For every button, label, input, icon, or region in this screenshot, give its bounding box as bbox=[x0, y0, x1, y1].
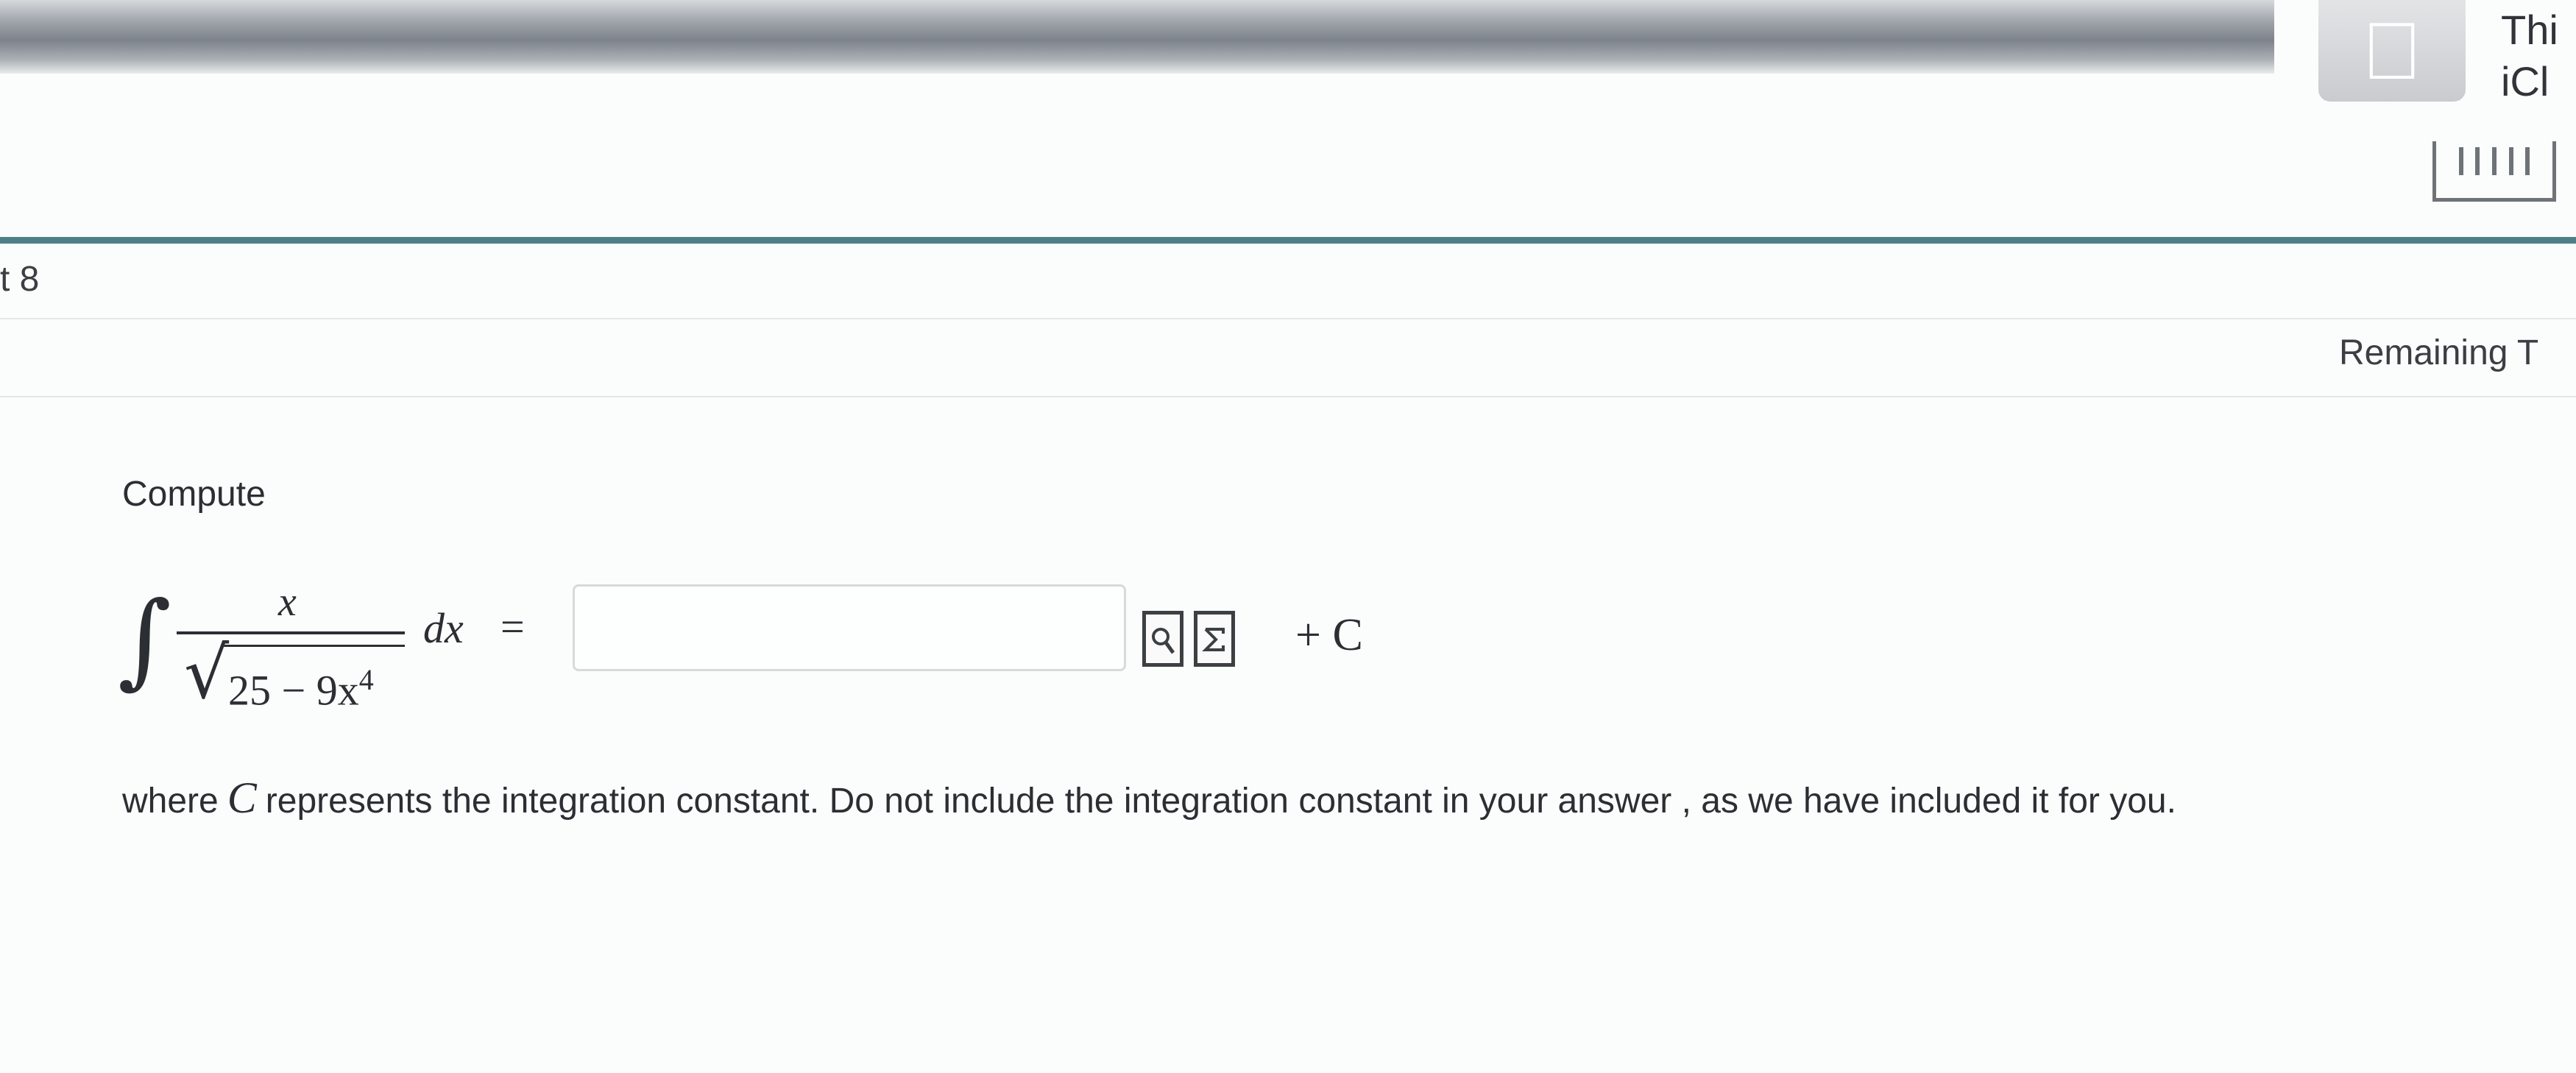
equals-sign: = bbox=[500, 603, 525, 651]
apple-logo-icon:  bbox=[2362, 4, 2423, 98]
preview-button[interactable] bbox=[1142, 611, 1183, 667]
fraction-numerator: x bbox=[278, 579, 297, 625]
instruction-note: where Crepresents the integration constan… bbox=[122, 773, 2551, 824]
denominator-exponent: 4 bbox=[358, 663, 374, 696]
notification-app-icon[interactable]:  bbox=[2318, 0, 2466, 102]
note-prefix: where bbox=[122, 782, 219, 821]
browser-top-bar bbox=[0, 0, 2274, 74]
fraction-denominator: 25 − 9x4 bbox=[228, 662, 374, 715]
question-prompt: Compute bbox=[122, 475, 266, 514]
part-label: t 8 bbox=[0, 260, 40, 299]
note-text: represents the integration constant. Do … bbox=[265, 782, 2176, 821]
header-divider bbox=[0, 237, 2576, 244]
integral-sign: ∫ bbox=[118, 580, 171, 700]
equation-editor-button[interactable] bbox=[1194, 611, 1235, 667]
notification-title: Thi bbox=[2501, 7, 2558, 53]
radical-bar bbox=[221, 645, 405, 647]
keyboard-icon[interactable] bbox=[2432, 141, 2556, 202]
notification-banner[interactable]: Thi iCl bbox=[2501, 4, 2576, 107]
equation-editor-sigma-icon bbox=[1202, 628, 1225, 651]
denominator-expression: 25 − 9x bbox=[228, 666, 359, 715]
notification-subtitle: iCl bbox=[2501, 58, 2550, 105]
answer-input[interactable] bbox=[573, 584, 1126, 671]
divider bbox=[0, 318, 2576, 319]
differential: dx bbox=[423, 604, 464, 652]
remaining-time-label: Remaining T bbox=[2339, 333, 2539, 372]
preview-formula-icon bbox=[1152, 628, 1175, 654]
plus-constant: + C bbox=[1295, 610, 1363, 660]
constant-variable: C bbox=[227, 773, 257, 822]
divider bbox=[0, 396, 2576, 397]
